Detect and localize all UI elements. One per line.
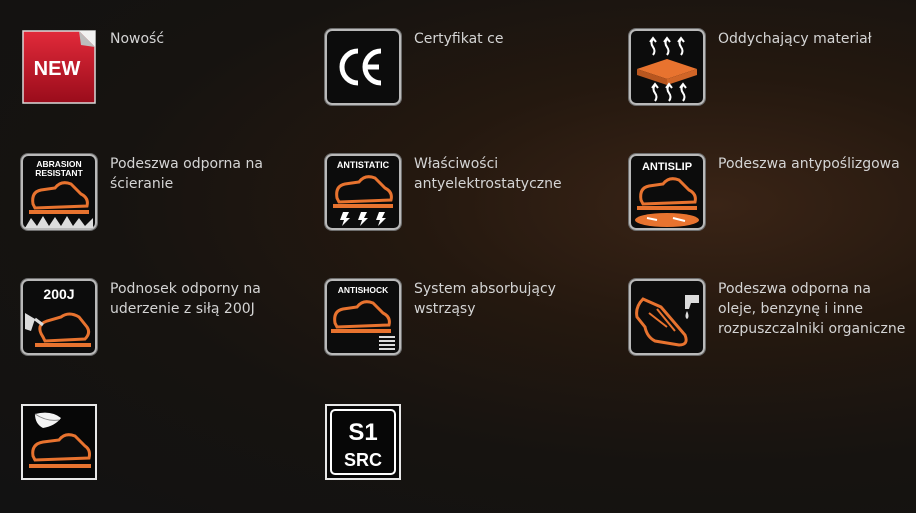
svg-text:ANTISLIP: ANTISLIP (642, 161, 692, 173)
oil-resistant-sole-icon (629, 279, 705, 355)
antistatic-icon: ANTISTATIC (325, 154, 401, 230)
svg-text:S1: S1 (348, 419, 377, 446)
toecap-200j-icon: 200J (21, 279, 97, 355)
antishock-icon: ANTISHOCK (325, 279, 401, 355)
feature-label: Podeszwa odporna na oleje, benzynę i inn… (718, 281, 906, 337)
lightweight-feather-icon (21, 404, 97, 480)
svg-text:SRC: SRC (344, 450, 382, 470)
breathable-material-icon (629, 29, 705, 105)
feature-label: Podeszwa odporna na ścieranie (110, 156, 263, 192)
feature-oil-resistant: Podeszwa odporna na oleje, benzynę i inn… (629, 279, 916, 359)
feature-label: System absorbujący wstrząsy (414, 281, 556, 317)
new-badge-text: NEW (34, 58, 81, 80)
feature-antislip: ANTISLIP Podeszwa antypoślizgowa (629, 154, 916, 234)
ce-mark-icon (325, 29, 401, 105)
svg-text:ANTISTATIC: ANTISTATIC (337, 160, 390, 170)
feature-s1-src: S1 SRC (325, 404, 615, 484)
feature-label: Podnosek odporny na uderzenie z siłą 200… (110, 281, 261, 317)
feature-new: NEW Nowość (21, 29, 311, 109)
feature-label: Oddychający materiał (718, 31, 872, 47)
svg-text:RESISTANT: RESISTANT (35, 168, 83, 178)
antislip-icon: ANTISLIP (629, 154, 705, 230)
feature-label: Właściwości antyelektrostatyczne (414, 156, 562, 192)
s1-src-icon: S1 SRC (325, 404, 401, 480)
feature-antistatic: ANTISTATIC Właściwości antyelektrostatyc… (325, 154, 615, 234)
feature-toecap: 200J Podnosek odporny na uderzenie z sił… (21, 279, 311, 359)
feature-label: Certyfikat ce (414, 31, 504, 47)
feature-label: Podeszwa antypoślizgowa (718, 156, 900, 172)
feature-lightweight (21, 404, 311, 484)
new-badge-icon: NEW (21, 29, 97, 105)
svg-text:ANTISHOCK: ANTISHOCK (338, 285, 389, 295)
feature-antishock: ANTISHOCK System absorbujący wstrząsy (325, 279, 615, 359)
feature-ce: Certyfikat ce (325, 29, 615, 109)
feature-abrasion: ABRASION RESISTANT Podeszwa odporna na ś… (21, 154, 311, 234)
svg-text:200J: 200J (43, 286, 74, 302)
abrasion-resistant-icon: ABRASION RESISTANT (21, 154, 97, 230)
feature-label: Nowość (110, 31, 165, 47)
feature-breathable: Oddychający materiał (629, 29, 916, 109)
